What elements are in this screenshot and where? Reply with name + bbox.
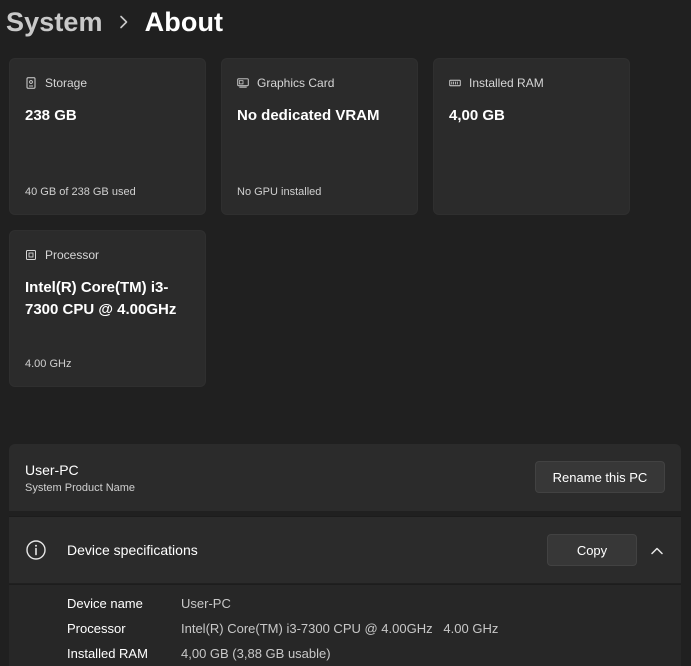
pc-product-name: System Product Name (25, 482, 136, 494)
spec-key: Device name (67, 596, 143, 611)
installed-ram-value: 4,00 GB (449, 107, 505, 124)
storage-usage: 40 GB of 238 GB used (25, 186, 136, 198)
storage-label: Storage (45, 76, 88, 90)
graphics-card-label: Graphics Card (257, 76, 335, 90)
storage-card[interactable]: Storage 238 GB 40 GB of 238 GB used (9, 58, 206, 215)
processor-icon (25, 249, 37, 261)
spec-value: User-PC (181, 596, 231, 611)
breadcrumb-system-link[interactable]: System (6, 7, 103, 38)
chevron-right-icon (119, 15, 128, 29)
graphics-card-value: No dedicated VRAM (237, 107, 380, 124)
graphics-card-card[interactable]: Graphics Card No dedicated VRAM No GPU i… (221, 58, 418, 215)
chevron-up-icon[interactable] (647, 541, 667, 561)
device-specifications-body: Device name User-PC Processor Intel(R) C… (9, 584, 681, 666)
processor-card[interactable]: Processor Intel(R) Core(TM) i3-7300 CPU … (9, 230, 206, 387)
graphics-card-header: Graphics Card (237, 76, 334, 90)
copy-button[interactable]: Copy (547, 534, 637, 566)
processor-speed: 4.00 GHz (25, 358, 72, 370)
spec-key: Processor (67, 621, 126, 636)
page-title: About (144, 6, 224, 37)
installed-ram-label: Installed RAM (469, 76, 544, 90)
storage-card-header: Storage (25, 76, 87, 90)
processor-label: Processor (45, 248, 100, 262)
pc-name: User-PC (25, 462, 79, 478)
rename-pc-button[interactable]: Rename this PC (535, 461, 665, 493)
spec-value: Intel(R) Core(TM) i3-7300 CPU @ 4.00GHz … (181, 621, 499, 636)
about-page: System About Storage 238 GB 40 GB of 238… (0, 0, 691, 666)
spec-value: 4,00 GB (3,88 GB usable) (181, 646, 331, 661)
processor-header: Processor (25, 248, 99, 262)
graphics-card-icon (237, 77, 249, 89)
installed-ram-header: Installed RAM (449, 76, 544, 90)
storage-value: 238 GB (25, 107, 77, 124)
device-specifications-title: Device specifications (67, 542, 198, 558)
spec-row: Installed RAM 4,00 GB (3,88 GB usable) (67, 646, 331, 661)
installed-ram-card[interactable]: Installed RAM 4,00 GB (433, 58, 630, 215)
breadcrumb: System About (6, 2, 223, 42)
device-specifications-header[interactable]: Device specifications Copy (9, 516, 681, 583)
storage-icon (25, 77, 37, 89)
spec-row: Processor Intel(R) Core(TM) i3-7300 CPU … (67, 621, 498, 636)
ram-icon (449, 77, 461, 89)
pc-name-row: User-PC System Product Name Rename this … (9, 444, 681, 511)
processor-value: Intel(R) Core(TM) i3-7300 CPU @ 4.00GHz (25, 279, 177, 318)
graphics-card-status: No GPU installed (237, 186, 322, 198)
spec-key: Installed RAM (67, 646, 148, 661)
info-icon (25, 539, 47, 561)
spec-row: Device name User-PC (67, 596, 231, 611)
